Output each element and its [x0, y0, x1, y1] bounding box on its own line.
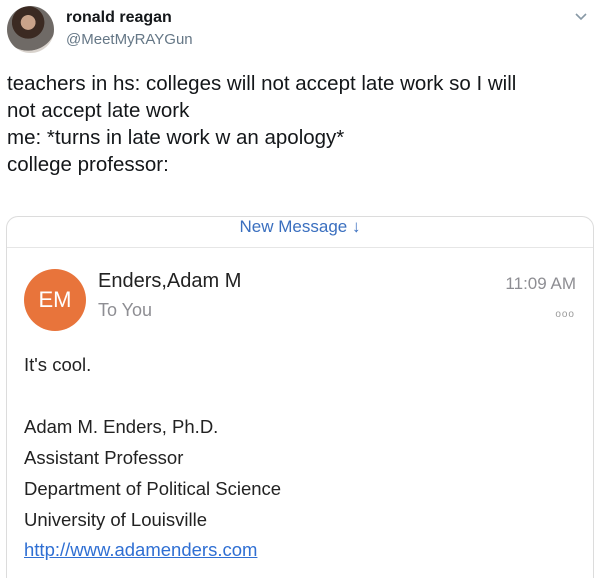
- tweet-line: me: *turns in late work w an apology*: [7, 126, 345, 149]
- sender-avatar: EM: [24, 269, 86, 331]
- sender-name: Enders,Adam M: [98, 270, 242, 292]
- new-message-label: New Message: [239, 217, 348, 236]
- divider: [7, 247, 593, 248]
- signature-line: Adam M. Enders, Ph.D.: [24, 416, 219, 437]
- tweet-line: teachers in hs: colleges will not accept…: [7, 72, 517, 95]
- tweet-header: ronald reagan @MeetMyRAYGun: [0, 0, 600, 62]
- message-time: 11:09 AM: [505, 274, 576, 293]
- tweet-text: teachers in hs: colleges will not accept…: [7, 70, 593, 178]
- signature-line: Department of Political Science: [24, 478, 282, 499]
- email-screenshot: New Message ↓ EM Enders,Adam M To You 11…: [6, 216, 594, 578]
- display-name[interactable]: ronald reagan: [66, 9, 172, 27]
- user-avatar[interactable]: [7, 6, 54, 53]
- tweet-line: not accept late work: [7, 99, 190, 122]
- website-link[interactable]: http://www.adamenders.com: [24, 539, 257, 561]
- message-body: It's cool.: [24, 354, 92, 375]
- signature-line: University of Louisville: [24, 509, 208, 530]
- new-message-indicator[interactable]: New Message ↓: [7, 217, 593, 237]
- tweet-line: college professor:: [7, 153, 169, 176]
- recipient-label: To You: [98, 300, 153, 320]
- down-arrow-icon: ↓: [351, 217, 361, 236]
- signature-line: Assistant Professor: [24, 447, 184, 468]
- user-handle[interactable]: @MeetMyRAYGun: [66, 31, 193, 48]
- chevron-down-icon[interactable]: [574, 10, 588, 24]
- more-options-icon[interactable]: ooo: [555, 309, 575, 320]
